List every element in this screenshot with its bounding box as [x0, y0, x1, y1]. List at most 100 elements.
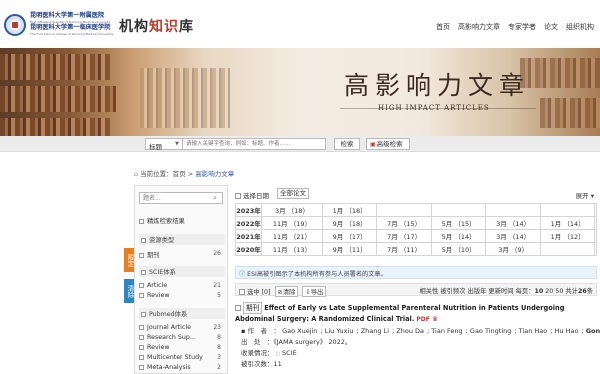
month-cell[interactable]: 3月 （9） [485, 242, 541, 256]
filter-checkbox[interactable] [139, 335, 144, 340]
month-cell[interactable]: 1月 （12） [539, 229, 596, 243]
month-cell[interactable]: 5月 （10） [430, 242, 487, 256]
select-date-option[interactable]: 选择日期 [235, 190, 269, 200]
author-link[interactable]: Zhou Da [396, 327, 424, 335]
author-link[interactable]: Zhang Li [361, 327, 389, 335]
filter-checkbox[interactable] [139, 345, 144, 350]
filter-checkbox[interactable] [139, 253, 144, 258]
filter-item[interactable]: Article 21 [139, 282, 225, 289]
select-all-checkbox[interactable] [239, 289, 245, 295]
author-link[interactable]: Tian Hao [519, 327, 548, 335]
nav-item-experts[interactable]: 专家学者 [508, 22, 536, 32]
filter-item[interactable]: Multicenter Study 3 [139, 354, 225, 361]
filter-item[interactable]: Meta-Analysis 2 [139, 364, 225, 371]
month-cell[interactable]: 1月 （18） [321, 203, 378, 217]
advanced-search-button[interactable]: ▣高级检索 [366, 138, 410, 150]
collapse-icon[interactable] [141, 312, 146, 317]
bullet-icon: ▪ [241, 327, 246, 335]
filter-item[interactable]: Review 8 [139, 344, 225, 351]
group-header-scie[interactable]: SCIE体系 [139, 266, 225, 277]
month-cell[interactable]: 11月 （19） [261, 216, 323, 230]
month-cell[interactable]: 1月 （14） [539, 216, 596, 230]
month-cell [594, 229, 597, 243]
advanced-search-icon: ▣ [370, 141, 376, 148]
collapse-icon[interactable] [141, 238, 146, 243]
refine-results-option[interactable]: 精炼检索结果 [139, 216, 185, 225]
breadcrumb-home[interactable]: 首页 [173, 170, 186, 178]
author-link[interactable]: Gao Tingting [470, 327, 512, 335]
article-checkbox[interactable] [235, 305, 241, 311]
search-field-select[interactable]: 标题 ▼ [145, 138, 183, 151]
month-cell[interactable]: 9月 （11） [321, 242, 378, 256]
month-cell [430, 203, 487, 217]
month-cell[interactable]: 5月 （15） [430, 216, 487, 230]
nav-item-papers[interactable]: 论文 [544, 22, 558, 32]
refine-label: 精炼检索结果 [147, 218, 185, 225]
esi-note: ⓘ ESI高被引图示了本机构所有参与人员署名的文章。 [235, 266, 597, 279]
hospital-name-en2: The First Clinical College of Kunming Me… [30, 32, 114, 36]
filter-item[interactable]: Review 5 [139, 292, 225, 299]
month-cell[interactable]: 9月 （17） [321, 229, 378, 243]
clear-selection-button[interactable]: ⊘清除 [274, 286, 299, 297]
breadcrumb-current[interactable]: 高影响力文章 [195, 170, 234, 178]
nav-item-high-impact[interactable]: 高影响力文章 [458, 22, 500, 32]
article-title-block: 期刊 Effect of Early vs Late Supplemental P… [235, 302, 595, 325]
author-link[interactable]: Tian Feng [431, 327, 462, 335]
search-button[interactable]: 检索 [334, 138, 360, 150]
filter-checkbox[interactable] [139, 365, 144, 370]
refine-checkbox[interactable] [139, 219, 144, 224]
search-input[interactable] [183, 138, 326, 150]
month-cell[interactable]: 7月 （17） [376, 229, 432, 243]
select-date-checkbox[interactable] [235, 193, 241, 199]
group-header-resource-type[interactable]: 资源类型 [139, 234, 225, 245]
hospital-logo-icon[interactable] [4, 14, 26, 36]
article-title[interactable]: Effect of Early vs Late Supplemental Par… [235, 304, 564, 323]
per-page-options[interactable]: 20 50 [545, 288, 563, 295]
year-cell: 2023年 [235, 203, 262, 217]
site-title-part-a: 机构 [119, 19, 149, 35]
article-indexed: SCIE [282, 349, 297, 357]
per-page-selected[interactable]: 10 [535, 288, 544, 295]
month-cell [539, 242, 596, 256]
author-link[interactable]: Hu Hao [555, 327, 579, 335]
month-cell[interactable]: 11月 （21） [261, 229, 323, 243]
month-cell[interactable]: 11月 （13） [261, 242, 323, 256]
sort-options[interactable]: 相关性 被引频次 出版年 更新时间 [419, 288, 513, 295]
pdf-icon[interactable]: PDF [416, 315, 429, 325]
month-cell[interactable]: 9月 （18） [321, 216, 378, 230]
search-icon[interactable]: ⌕ [213, 194, 217, 203]
export-button[interactable]: ⇩导出 [302, 286, 327, 297]
author-link[interactable]: Liu Yuxiu [325, 327, 354, 335]
filter-item[interactable]: Research Sup... 8 [139, 334, 225, 341]
breadcrumb-separator: > [187, 170, 194, 178]
month-cell [485, 203, 541, 217]
filter-item-label: Review [147, 292, 170, 299]
month-cell[interactable]: 5月 （14） [430, 229, 487, 243]
collapse-icon[interactable] [141, 270, 146, 275]
expand-toggle[interactable]: 展开 ▾ [576, 190, 594, 200]
filter-item[interactable]: Journal Article 23 [139, 324, 225, 331]
filter-checkbox[interactable] [139, 293, 144, 298]
all-papers-button[interactable]: 全部论文 [277, 188, 309, 199]
filter-item[interactable]: 期刊 26 [139, 250, 225, 259]
month-cell[interactable]: 3月 （14） [485, 229, 541, 243]
nav-item-organization[interactable]: 组织机构 [566, 22, 594, 32]
filter-item-count: 23 [213, 324, 221, 331]
filter-checkbox[interactable] [139, 355, 144, 360]
month-cell [376, 203, 432, 217]
toolbar-left: 选中 [0] ⊘清除 ⇩导出 [239, 286, 327, 297]
month-cell[interactable]: 7月 （15） [376, 216, 432, 230]
filter-checkbox[interactable] [139, 325, 144, 330]
banner-title-en: HIGH IMPACT ARTICLES [378, 104, 490, 112]
cited-label: 被引次数： [241, 360, 274, 368]
filter-checkbox[interactable] [139, 283, 144, 288]
author-link[interactable]: Gong Fangy [586, 327, 600, 335]
group-header-pubmed[interactable]: Pubmed体系 [139, 308, 225, 319]
month-cell[interactable]: 3月 （18） [261, 203, 323, 217]
month-cell[interactable]: 3月 （14） [485, 216, 541, 230]
total-count: 26 [577, 288, 587, 295]
author-link[interactable]: Gao Xuejin [282, 327, 317, 335]
nav-item-home[interactable]: 首页 [436, 22, 450, 32]
month-cell[interactable]: 7月 （11） [376, 242, 432, 256]
title-filter-input[interactable] [139, 192, 223, 204]
